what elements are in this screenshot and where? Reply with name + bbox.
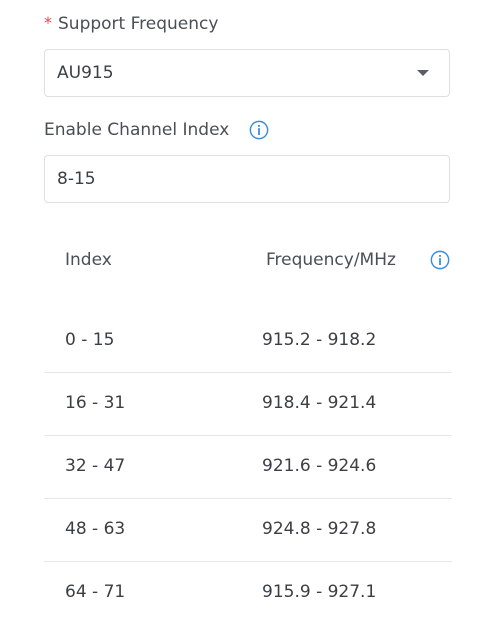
cell-index: 48 - 63 [65, 519, 126, 539]
cell-frequency: 921.6 - 924.6 [262, 456, 377, 476]
cell-frequency: 915.2 - 918.2 [262, 330, 377, 350]
support-frequency-selected-value: AU915 [57, 63, 114, 83]
column-header-frequency: Frequency/MHz [266, 250, 396, 270]
cell-index: 16 - 31 [65, 393, 126, 413]
enable-channel-index-input[interactable] [44, 155, 450, 203]
cell-index: 64 - 71 [65, 582, 126, 602]
cell-frequency: 918.4 - 921.4 [262, 393, 377, 413]
table-body: 0 - 15 915.2 - 918.2 16 - 31 918.4 - 921… [44, 310, 452, 624]
required-mark: * [44, 12, 52, 32]
cell-frequency: 915.9 - 927.1 [262, 582, 377, 602]
channel-frequency-table: Index Frequency/MHz 0 - 15 915.2 - 918.2… [44, 230, 452, 602]
support-frequency-label-text: Support Frequency [58, 14, 219, 34]
table-row: 64 - 71 915.9 - 927.1 [44, 562, 452, 624]
table-row: 0 - 15 915.2 - 918.2 [44, 310, 452, 373]
table-row: 32 - 47 921.6 - 924.6 [44, 436, 452, 499]
table-row: 48 - 63 924.8 - 927.8 [44, 499, 452, 562]
table-row: 16 - 31 918.4 - 921.4 [44, 373, 452, 436]
support-frequency-label: * Support Frequency [44, 12, 219, 35]
cell-index: 32 - 47 [65, 456, 126, 476]
chevron-down-icon [417, 70, 429, 76]
info-circle-icon[interactable] [430, 250, 450, 270]
cell-frequency: 924.8 - 927.8 [262, 519, 377, 539]
support-frequency-select[interactable]: AU915 [44, 49, 450, 97]
cell-index: 0 - 15 [65, 330, 115, 350]
enable-channel-index-label-text: Enable Channel Index [44, 120, 230, 140]
info-circle-icon[interactable] [249, 120, 269, 140]
table-header: Index Frequency/MHz [44, 230, 452, 290]
enable-channel-index-label: Enable Channel Index [44, 120, 269, 140]
column-header-index: Index [65, 250, 112, 270]
